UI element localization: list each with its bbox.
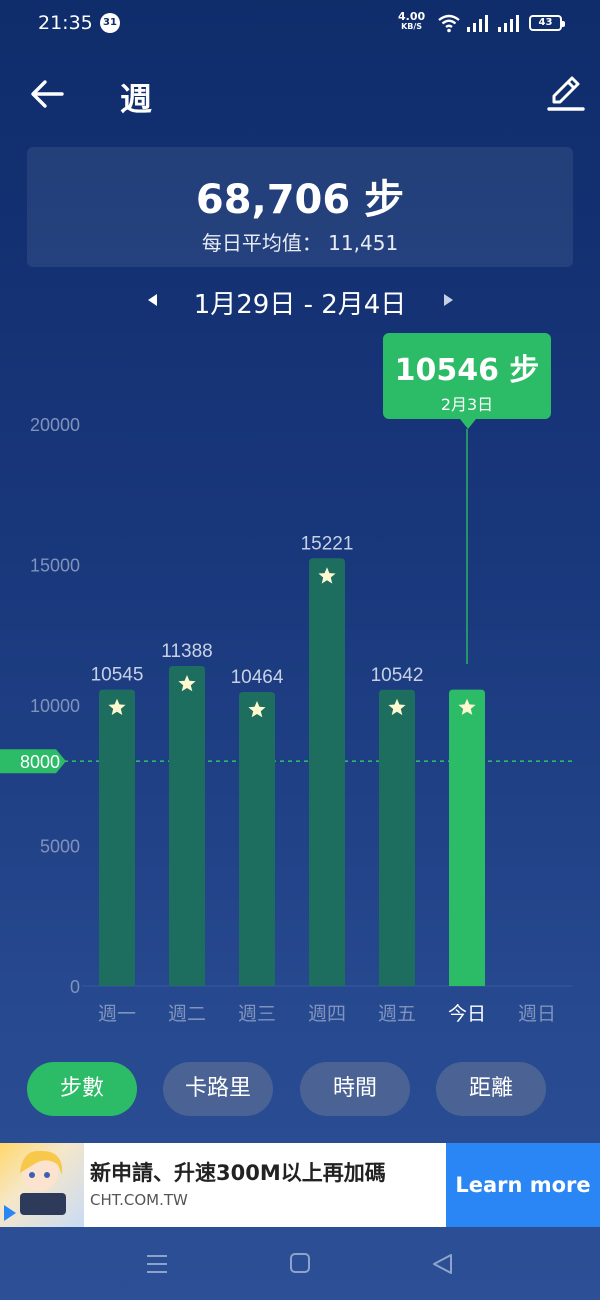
daily-average: 每日平均值： 11,451 bbox=[201, 231, 399, 255]
y-tick-label: 5000 bbox=[40, 837, 80, 857]
anime-character-image bbox=[4, 1150, 66, 1221]
weekly-summary-card: 68,706 步 每日平均值： 11,451 bbox=[27, 147, 573, 267]
weekly-total-steps: 68,706 步 bbox=[195, 177, 405, 223]
bar-週一 bbox=[99, 689, 135, 986]
ad-banner[interactable]: 新申請、升速300M以上再加碼 CHT.COM.TW Learn more bbox=[0, 1143, 600, 1227]
bar-週五 bbox=[379, 689, 415, 986]
tab-distance[interactable]: 距離 bbox=[436, 1062, 546, 1116]
battery-icon: 43 bbox=[529, 15, 565, 31]
pencil-icon[interactable] bbox=[546, 72, 586, 114]
page-title: 週 bbox=[120, 80, 153, 118]
previous-week-icon[interactable] bbox=[142, 288, 164, 312]
tab-time[interactable]: 時間 bbox=[300, 1062, 410, 1116]
steps-bar-chart: 0 5000 10000 15000 20000 8000 10545 週一 11388 週二 10… bbox=[0, 415, 572, 1025]
x-tick-label: 週二 bbox=[168, 1003, 206, 1025]
bar-今日 bbox=[449, 689, 485, 986]
wifi-icon bbox=[438, 14, 460, 33]
tab-calories[interactable]: 卡路里 bbox=[163, 1062, 273, 1116]
ad-title[interactable]: 新申請、升速300M以上再加碼 bbox=[90, 1157, 386, 1187]
x-tick-label: 今日 bbox=[448, 1003, 486, 1025]
x-tick-label: 週日 bbox=[518, 1003, 556, 1025]
x-tick-label: 週一 bbox=[98, 1003, 136, 1025]
signal-icon bbox=[498, 15, 519, 32]
y-tick-label: 20000 bbox=[30, 415, 80, 435]
selected-day-tooltip: 10546 步 2月3日 bbox=[383, 333, 551, 429]
bar-value-label: 10542 bbox=[371, 665, 424, 686]
bar-value-label: 11388 bbox=[161, 641, 212, 662]
bar-value-label: 10545 bbox=[91, 665, 144, 686]
learn-more-button[interactable]: Learn more bbox=[446, 1143, 600, 1227]
calendar-notification-icon: 31 bbox=[100, 13, 120, 33]
status-time: 21:35 bbox=[38, 12, 93, 34]
home-icon[interactable] bbox=[288, 1251, 312, 1275]
bar-value-label: 15221 bbox=[301, 533, 354, 554]
ad-url[interactable]: CHT.COM.TW bbox=[90, 1191, 188, 1209]
x-tick-label: 週三 bbox=[238, 1003, 276, 1025]
x-tick-label: 週四 bbox=[308, 1003, 346, 1025]
system-navigation-bar bbox=[0, 1227, 600, 1300]
date-range: 1月29日 - 2月4日 bbox=[193, 290, 407, 320]
tooltip-steps: 10546 步 bbox=[394, 353, 540, 388]
y-tick-label: 15000 bbox=[30, 556, 80, 576]
tab-steps[interactable]: 步數 bbox=[27, 1062, 137, 1116]
ad-image[interactable] bbox=[0, 1143, 84, 1227]
y-tick-label: 0 bbox=[70, 977, 80, 997]
x-tick-label: 週五 bbox=[378, 1003, 416, 1025]
bar-value-label: 10464 bbox=[231, 667, 284, 688]
tooltip-date: 2月3日 bbox=[440, 395, 494, 414]
menu-icon[interactable] bbox=[144, 1251, 170, 1277]
bar-週三 bbox=[239, 691, 275, 986]
network-speed: 4.00 KB/S bbox=[398, 10, 426, 32]
bar-週二 bbox=[169, 665, 205, 986]
goal-label: 8000 bbox=[20, 752, 60, 772]
signal-icon bbox=[467, 15, 488, 32]
network-speed-unit: KB/S bbox=[401, 22, 423, 31]
bar-週四 bbox=[309, 558, 345, 986]
back-arrow-icon[interactable] bbox=[28, 74, 68, 114]
y-tick-label: 10000 bbox=[30, 696, 80, 716]
status-bar: 21:35 31 4.00 KB/S 43 bbox=[0, 0, 600, 48]
next-week-icon[interactable] bbox=[437, 288, 459, 312]
back-triangle-icon[interactable] bbox=[430, 1251, 456, 1277]
network-speed-value: 4.00 bbox=[398, 10, 426, 23]
